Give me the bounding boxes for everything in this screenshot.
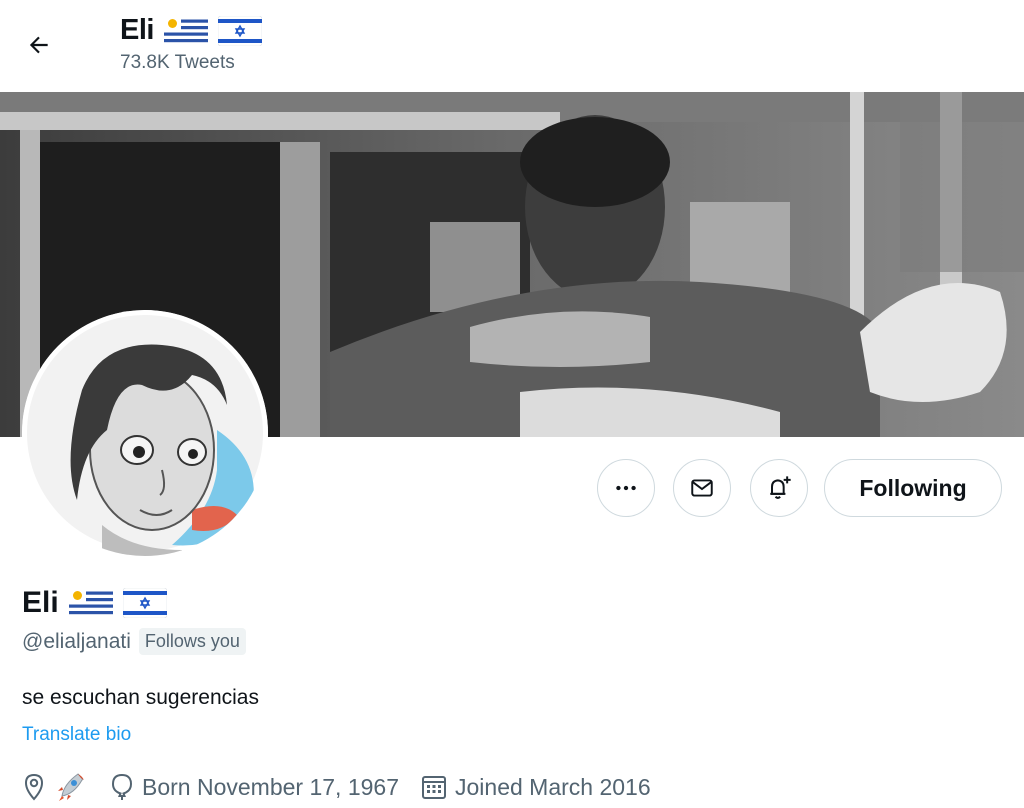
bell-plus-icon: [770, 476, 791, 499]
profile-meta: Born November 17, 1967 Joined March 2016: [22, 770, 673, 804]
profile-avatar[interactable]: [22, 310, 268, 556]
more-button[interactable]: [597, 459, 655, 517]
arrow-left-icon: [29, 36, 48, 54]
location-item: [22, 770, 88, 804]
israel-flag-icon: [122, 588, 167, 618]
rocket-icon: [58, 773, 84, 801]
joined-date: Joined March 2016: [455, 773, 651, 800]
israel-flag-icon: [217, 15, 262, 46]
uruguay-flag-icon: [163, 15, 208, 46]
joined-item: Joined March 2016: [421, 774, 651, 801]
avatar-image: [22, 310, 268, 556]
header-name: Eli: [120, 14, 154, 46]
top-bar: Eli 73.8K Tweets: [0, 0, 1024, 92]
translate-bio-link[interactable]: Translate bio: [22, 724, 131, 746]
message-button[interactable]: [673, 459, 731, 517]
birthday-item: Born November 17, 1967: [110, 773, 399, 801]
profile-handle: @elialjanati: [22, 629, 131, 653]
following-button[interactable]: Following: [824, 459, 1002, 517]
birth-date: Born November 17, 1967: [142, 773, 399, 800]
follows-you-badge: Follows you: [138, 628, 246, 655]
calendar-icon: [422, 776, 446, 799]
envelope-icon: [691, 479, 713, 497]
profile-name: Eli: [22, 586, 59, 619]
profile-bio: se escuchan sugerencias: [22, 686, 259, 709]
tweet-count: 73.8K Tweets: [120, 52, 235, 73]
profile-name-row: Eli: [22, 586, 167, 620]
notify-button[interactable]: [750, 459, 808, 517]
uruguay-flag-icon: [68, 588, 113, 618]
more-icon: [616, 485, 636, 491]
balloon-icon: [111, 773, 133, 800]
back-button[interactable]: [18, 24, 60, 66]
location-pin-icon: [24, 773, 44, 801]
handle-row: @elialjanati Follows you: [22, 628, 246, 655]
header-title: Eli: [120, 14, 262, 47]
